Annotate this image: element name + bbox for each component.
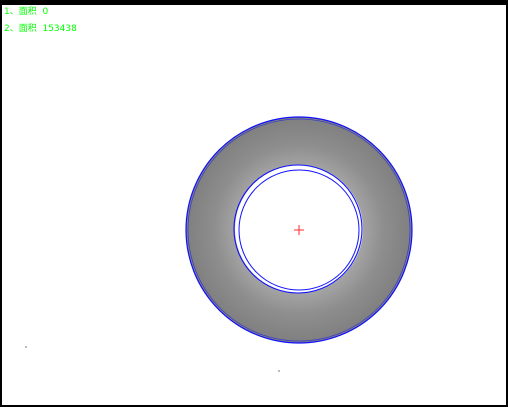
inspection-image	[25, 116, 413, 372]
noise-speck	[25, 346, 27, 348]
left-border	[0, 0, 2, 407]
measurement-index: 1、	[4, 7, 19, 17]
measurement-value: 0	[42, 7, 49, 17]
measurement-index: 2、	[4, 24, 19, 34]
image-viewer[interactable]: 1、面积 0 2、面积 153438	[0, 0, 508, 407]
measurement-name: 面积	[18, 7, 37, 17]
noise-speck	[278, 370, 280, 372]
measurement-line-1: 1、面积 0	[4, 7, 48, 18]
measurement-value: 153438	[42, 24, 77, 34]
measurement-name: 面积	[18, 24, 37, 34]
top-border	[0, 0, 508, 5]
center-crosshair	[294, 225, 304, 235]
measurement-line-2: 2、面积 153438	[4, 24, 77, 35]
